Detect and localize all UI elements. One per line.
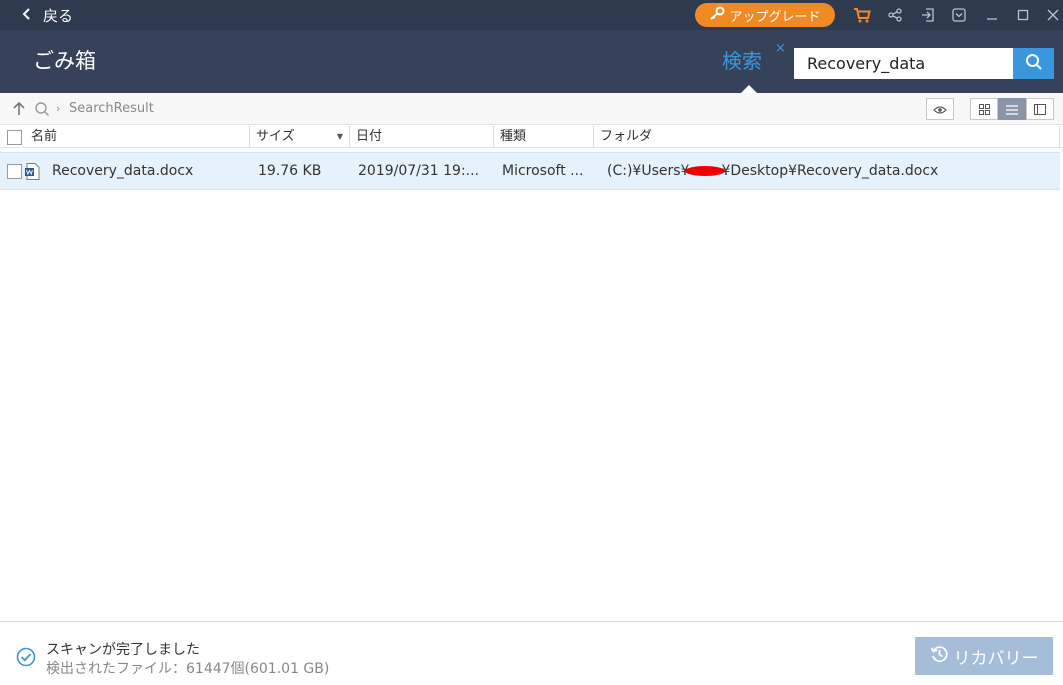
tab-search[interactable]: 検索 [722,30,762,93]
select-all-checkbox[interactable] [7,130,22,145]
signin-icon[interactable] [918,5,938,25]
grid-icon [978,100,990,119]
file-size: 19.76 KB [258,163,322,179]
upgrade-button[interactable]: アップグレード [695,3,835,27]
search-input[interactable] [794,48,1013,79]
row-checkbox[interactable] [7,164,22,179]
file-type: Microsoft ... [502,163,584,179]
minimize-icon[interactable] [982,5,1002,25]
tab-indicator [741,85,757,93]
recover-label: リカバリー [953,648,1039,669]
column-header-type[interactable]: 種類 [494,126,594,148]
search-icon [34,101,50,117]
chevron-left-icon [22,6,31,24]
arrow-up-icon[interactable] [11,101,27,117]
file-date: 2019/07/31 19:... [358,163,480,179]
panel-icon [1034,100,1046,119]
navigation-bar: › SearchResult [0,93,1063,125]
upgrade-label: アップグレード [729,9,821,25]
detail-view-button[interactable] [1026,98,1054,120]
cart-icon[interactable] [852,5,872,25]
search-tab-close-icon[interactable]: × [775,42,786,55]
scan-status-title: スキャンが完了しました [46,642,200,658]
column-header-size-label: サイズ [256,129,295,144]
table-row[interactable]: Recovery_data.docx 19.76 KB 2019/07/31 1… [0,152,1060,190]
share-icon[interactable] [885,5,905,25]
chevron-right-icon: › [56,102,61,115]
table-header: 名前 サイズ ▼ 日付 種類 フォルダ [0,126,1063,148]
sort-down-icon: ▼ [336,132,343,141]
grid-view-button[interactable] [970,98,998,120]
check-circle-icon [16,647,36,667]
column-header-size[interactable]: サイズ ▼ [250,126,350,148]
file-name: Recovery_data.docx [52,163,194,179]
folder-path-prefix: (C:)¥Users¥ [607,163,690,179]
folder-path-suffix: ¥Desktop¥Recovery_data.docx [721,163,939,179]
header-bar: ごみ箱 検索 × [0,30,1063,93]
page-title: ごみ箱 [33,49,96,73]
column-header-folder[interactable]: フォルダ [594,126,1060,148]
eye-icon [933,100,947,119]
column-header-date[interactable]: 日付 [350,126,494,148]
maximize-icon[interactable] [1013,5,1033,25]
breadcrumb[interactable]: SearchResult [69,93,154,125]
key-icon [709,6,725,24]
preview-button[interactable] [926,98,954,120]
search-button[interactable] [1013,48,1054,79]
history-icon [930,645,948,668]
file-folder: (C:)¥Users¥ ¥Desktop¥Recovery_data.docx [607,153,1057,189]
close-icon[interactable] [1043,5,1063,25]
back-button[interactable]: 戻る [22,0,73,30]
dropdown-menu-icon[interactable] [949,5,969,25]
app-window: 戻る アップグレード ごみ箱 検索 × Recovery_data › Sear… [0,0,1063,685]
redaction-mark [685,166,726,176]
column-header-name[interactable]: 名前 [25,126,250,148]
search-icon [1025,53,1043,75]
recover-button[interactable]: リカバリー [915,637,1053,675]
word-document-icon [25,163,40,180]
status-footer: スキャンが完了しました 検出されたファイル：61447個(601.01 GB) … [0,621,1063,685]
list-icon [1006,100,1018,119]
list-view-button[interactable] [998,98,1026,120]
back-label: 戻る [43,6,74,25]
title-bar: 戻る アップグレード [0,0,1063,30]
scan-status-detail: 検出されたファイル：61447個(601.01 GB) [46,661,330,677]
